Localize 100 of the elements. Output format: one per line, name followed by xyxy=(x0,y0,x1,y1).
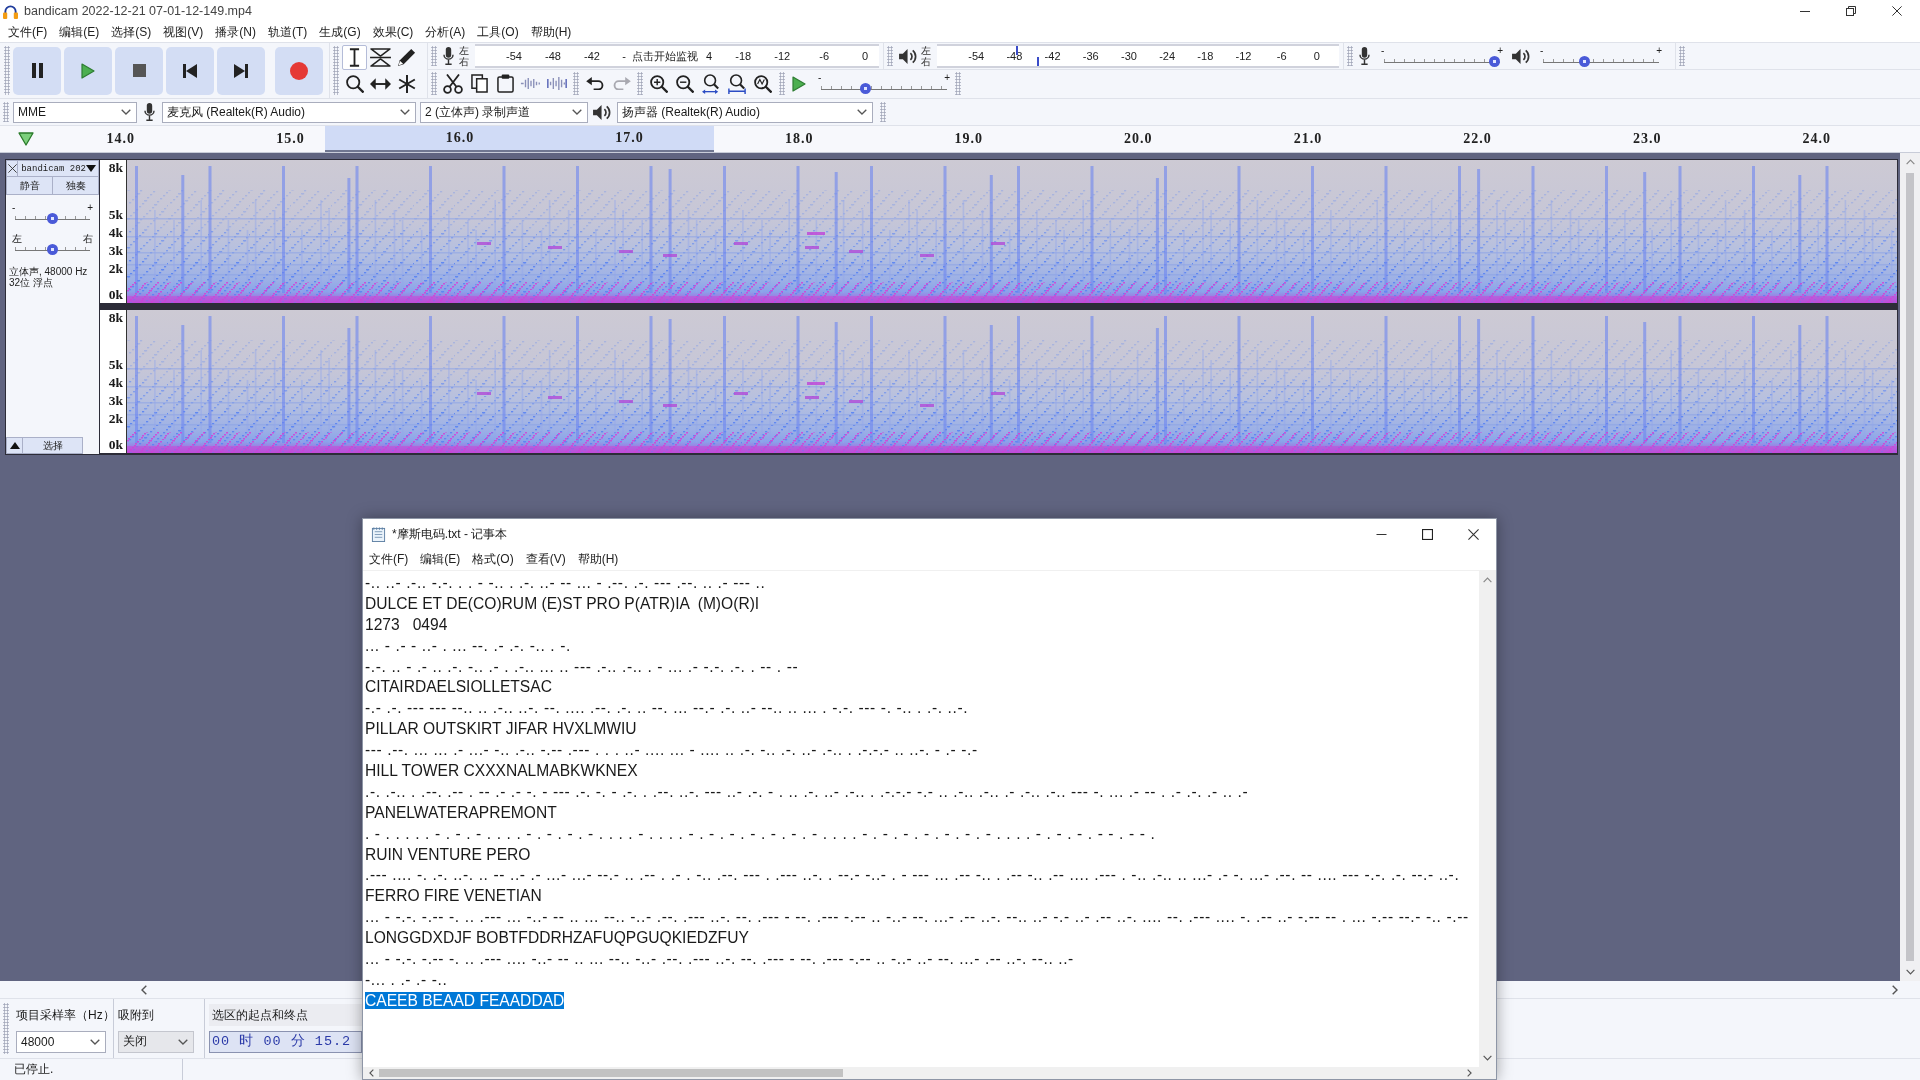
toolbar-grip[interactable] xyxy=(573,72,579,95)
playhead-triangle-icon[interactable] xyxy=(18,132,34,146)
caret-icon[interactable] xyxy=(9,442,20,449)
menu-item[interactable]: 格式(O) xyxy=(466,551,520,568)
chevron-down-icon[interactable] xyxy=(572,109,582,115)
track-name-menu[interactable]: bandicam 202 xyxy=(18,160,99,177)
menu-item[interactable]: 编辑(E) xyxy=(414,551,467,568)
undo-icon[interactable] xyxy=(585,77,605,90)
waveform-icon[interactable] xyxy=(546,76,568,91)
vertical-scrollbar[interactable] xyxy=(1900,153,1920,981)
slider-thumb[interactable] xyxy=(859,83,871,94)
toolbar-grip[interactable] xyxy=(333,46,339,95)
track-close-button[interactable] xyxy=(6,160,19,177)
speaker-icon[interactable] xyxy=(1512,47,1531,65)
toolbar-grip[interactable] xyxy=(637,72,643,95)
menu-item[interactable]: 帮助(H) xyxy=(571,551,625,568)
toolbar-grip[interactable] xyxy=(431,46,437,66)
scroll-left-icon[interactable] xyxy=(369,1069,374,1077)
toolbar-grip[interactable] xyxy=(880,102,886,122)
scroll-up-icon[interactable] xyxy=(1483,577,1492,583)
scrollbar-thumb[interactable] xyxy=(1906,173,1914,961)
select-track-button[interactable]: 选择 xyxy=(23,437,83,454)
menu-item[interactable]: 选择(S) xyxy=(105,23,158,41)
close-icon[interactable] xyxy=(7,164,17,173)
chevron-down-icon[interactable] xyxy=(857,109,867,115)
stop-icon[interactable] xyxy=(132,64,146,77)
selection-start-time[interactable]: 00 时 00 分 15.2 xyxy=(209,1030,362,1053)
scrollbar-thumb[interactable] xyxy=(379,1069,843,1077)
scroll-right-icon[interactable] xyxy=(1892,984,1898,995)
scroll-up-icon[interactable] xyxy=(1905,159,1915,165)
toolbar-grip[interactable] xyxy=(3,1003,9,1054)
pause-icon[interactable] xyxy=(31,63,43,78)
recording-device-dropdown[interactable]: 麦克风 (Realtek(R) Audio) xyxy=(162,101,416,123)
selection-tool-button[interactable] xyxy=(342,45,367,70)
scroll-down-icon[interactable] xyxy=(1905,969,1915,975)
toolbar-grip[interactable] xyxy=(887,46,893,66)
skip-to-start-icon[interactable] xyxy=(183,63,197,78)
solo-button[interactable]: 独奏 xyxy=(53,177,99,195)
toolbar-grip[interactable] xyxy=(1679,46,1685,66)
slider-thumb[interactable] xyxy=(1488,55,1500,67)
minimize-icon[interactable] xyxy=(1800,10,1810,12)
toolbar-grip[interactable] xyxy=(955,72,961,95)
vertical-scrollbar[interactable] xyxy=(1479,571,1496,1067)
selection-highlight[interactable]: 16.0 17.0 xyxy=(325,126,715,152)
chevron-down-icon[interactable] xyxy=(121,109,131,115)
restore-icon[interactable] xyxy=(1846,6,1856,16)
microphone-icon[interactable] xyxy=(443,47,454,65)
scroll-left-icon[interactable] xyxy=(141,984,147,995)
menu-item[interactable]: 工具(O) xyxy=(471,23,525,41)
monitor-prompt[interactable]: 点击开始监视 xyxy=(632,48,698,64)
chevron-down-icon[interactable] xyxy=(400,109,410,115)
menu-item[interactable]: 帮助(H) xyxy=(524,23,578,41)
chevron-down-icon[interactable] xyxy=(178,1038,188,1045)
slider-thumb[interactable] xyxy=(1579,55,1591,67)
skip-to-end-icon[interactable] xyxy=(234,63,248,78)
menu-item[interactable]: 文件(F) xyxy=(363,551,415,568)
microphone-icon[interactable] xyxy=(1359,47,1370,65)
i-beam-icon[interactable] xyxy=(349,48,360,67)
scroll-down-icon[interactable] xyxy=(1483,1055,1492,1061)
menu-item[interactable]: 编辑(E) xyxy=(53,23,106,41)
minimize-icon[interactable] xyxy=(1375,533,1387,535)
menu-item[interactable]: 效果(C) xyxy=(366,23,420,41)
collapse-button[interactable] xyxy=(6,437,23,454)
play-icon[interactable] xyxy=(81,62,95,79)
menu-item[interactable]: 生成(G) xyxy=(313,23,367,41)
scroll-right-icon[interactable] xyxy=(1467,1069,1472,1077)
double-arrow-icon[interactable] xyxy=(370,77,391,90)
slider-thumb[interactable] xyxy=(47,213,58,224)
menu-item[interactable]: 分析(A) xyxy=(419,23,472,41)
playback-meter[interactable]: -54 -48 -42 -36 -30 -24 -18 -12 -6 0 xyxy=(937,44,1339,68)
menu-item[interactable]: 文件(F) xyxy=(2,23,54,41)
speaker-icon[interactable] xyxy=(899,47,918,65)
stop-button[interactable] xyxy=(115,46,163,95)
slider-thumb[interactable] xyxy=(47,244,58,255)
horizontal-scrollbar[interactable] xyxy=(363,1067,1496,1079)
caret-icon[interactable] xyxy=(86,165,96,172)
record-button[interactable] xyxy=(275,46,323,95)
menu-item[interactable]: 轨道(T) xyxy=(262,23,314,41)
close-icon[interactable] xyxy=(1467,528,1479,540)
pause-button[interactable] xyxy=(13,46,61,95)
toolbar-grip[interactable] xyxy=(3,102,9,122)
snap-to-dropdown[interactable]: 关闭 xyxy=(118,1030,194,1053)
playback-device-dropdown[interactable]: 扬声器 (Realtek(R) Audio) xyxy=(617,101,873,123)
record-icon[interactable] xyxy=(290,61,308,80)
maximize-icon[interactable] xyxy=(1421,528,1433,540)
audio-host-dropdown[interactable]: MME xyxy=(13,101,137,123)
timeline-ruler[interactable]: 14.0 15.0 16.0 17.0 18.0 19.0 20.0 21.0 22.0 23.0 24.0 xyxy=(0,126,1920,153)
menu-item[interactable]: 视图(V) xyxy=(157,23,210,41)
menu-item[interactable]: 播录(N) xyxy=(209,23,262,41)
skip-to-start-button[interactable] xyxy=(166,46,214,95)
recording-meter[interactable]: -54 -48 -42 - 点击开始监视 4 -18 -12 -6 0 xyxy=(475,44,879,68)
mute-button[interactable]: 静音 xyxy=(6,177,53,195)
toolbar-grip[interactable] xyxy=(779,72,785,95)
toolbar-grip[interactable] xyxy=(4,46,10,95)
chevron-down-icon[interactable] xyxy=(90,1038,100,1045)
menu-item[interactable]: 查看(V) xyxy=(519,551,572,568)
toolbar-grip[interactable] xyxy=(431,72,437,95)
close-icon[interactable] xyxy=(1892,6,1902,16)
skip-to-end-button[interactable] xyxy=(217,46,265,95)
recording-channels-dropdown[interactable]: 2 (立体声) 录制声道 xyxy=(420,101,588,123)
